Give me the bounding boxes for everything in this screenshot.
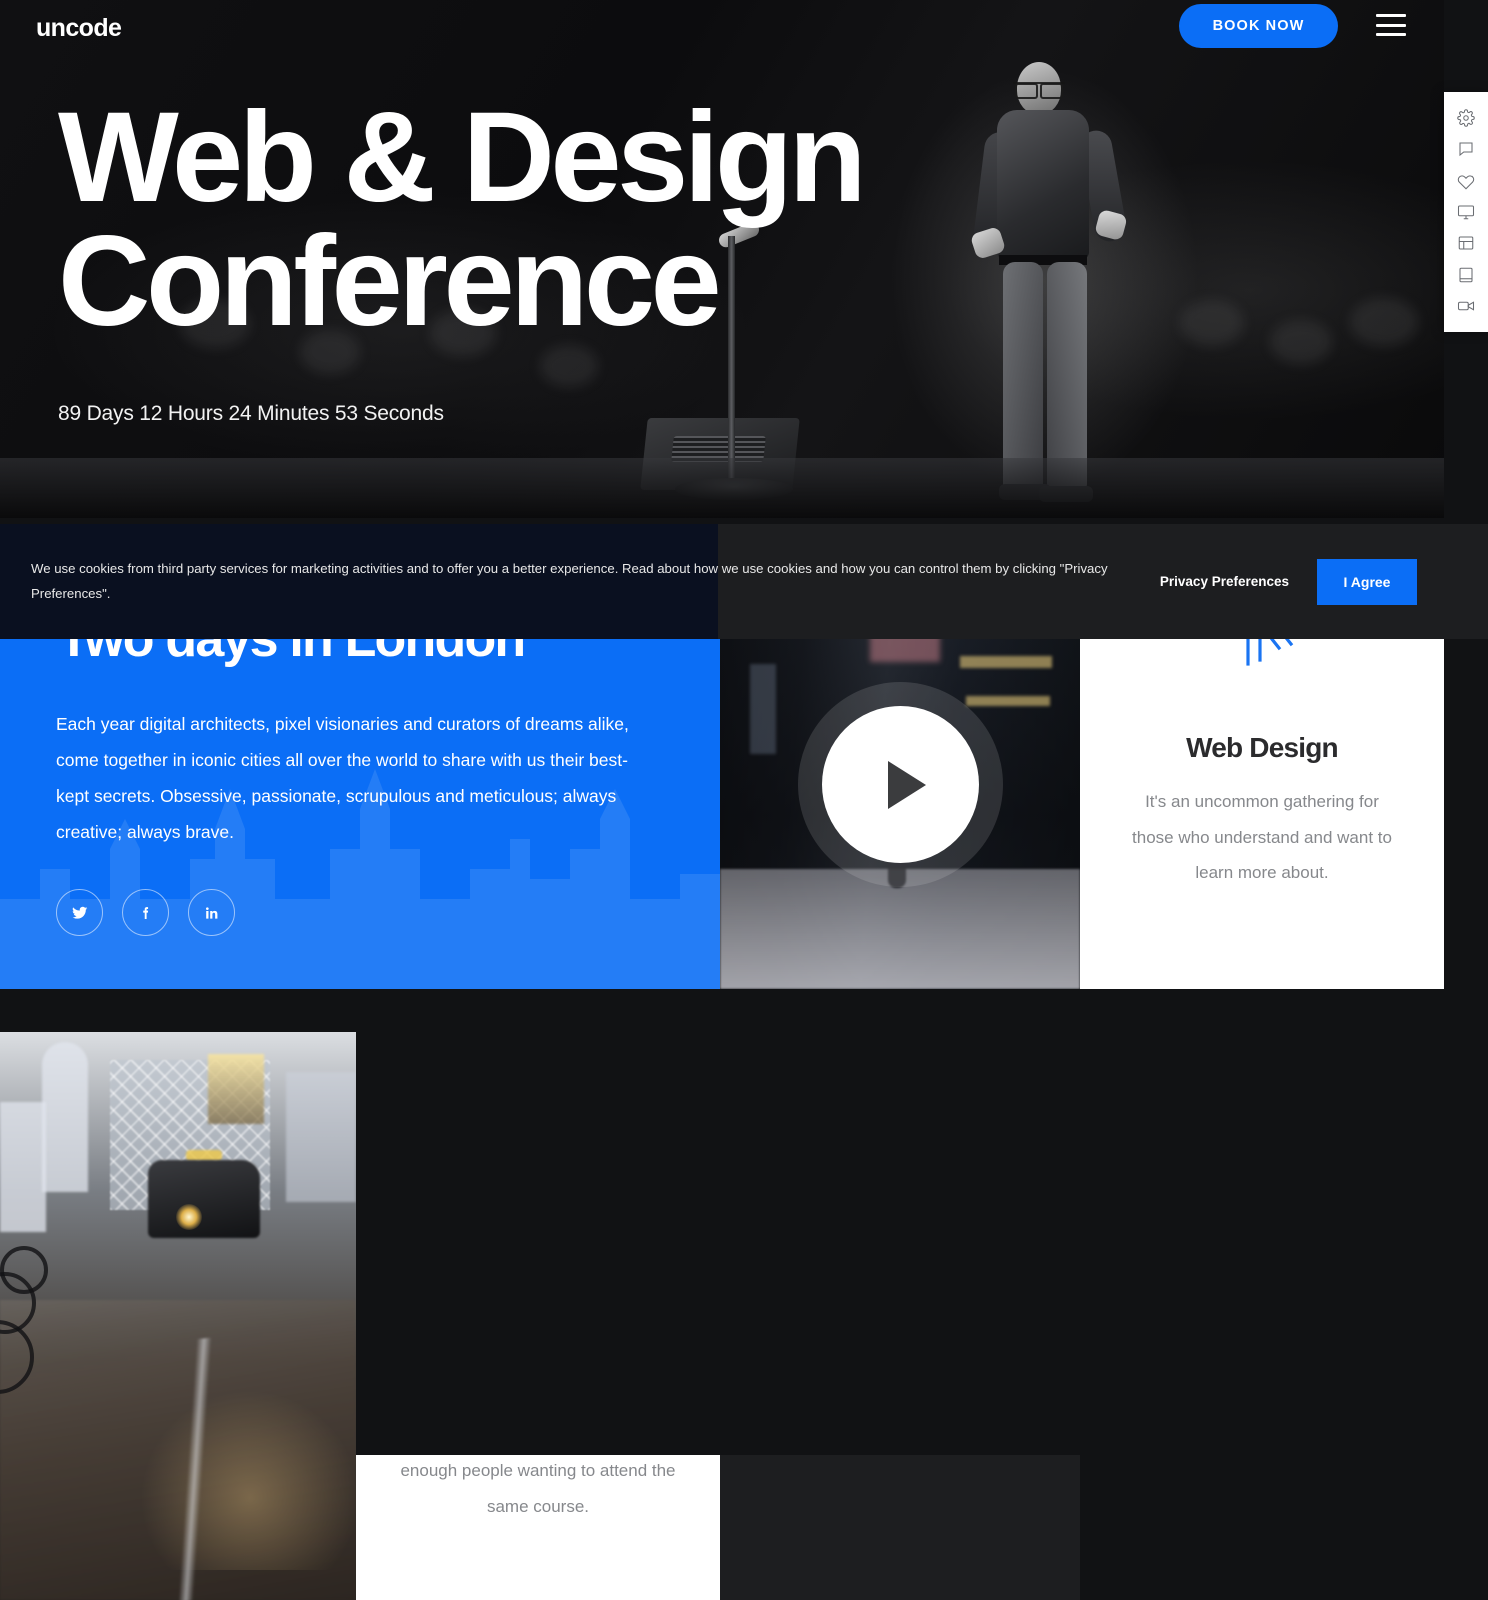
bottom-dark-panel [720, 1455, 1080, 1600]
heart-icon[interactable] [1455, 170, 1477, 192]
twitter-icon[interactable] [56, 889, 103, 936]
cookie-consent-banner: We use cookies from third party services… [0, 524, 1488, 639]
speaker-photo [969, 62, 1129, 512]
book-icon[interactable] [1455, 264, 1477, 286]
mid-section: Two days in London Each year digital arc… [0, 604, 1444, 989]
intro-paragraph: Each year digital architects, pixel visi… [56, 714, 629, 842]
bottom-card-body: enough people wanting to attend the same… [400, 1461, 676, 1516]
play-icon[interactable] [822, 706, 979, 863]
hero-title-line-1: Web & Design [58, 86, 867, 229]
monitor-icon[interactable] [1455, 201, 1477, 223]
video-player[interactable] [720, 604, 1080, 989]
hero-title-line-2: Conference [58, 210, 722, 354]
hero-section: uncode Web & Design Conference 89 Days 1… [0, 0, 1444, 518]
book-now-button[interactable]: BOOK NOW [1179, 4, 1338, 48]
i-agree-button[interactable]: I Agree [1317, 558, 1417, 605]
side-rail [1444, 92, 1488, 332]
page-root: uncode Web & Design Conference 89 Days 1… [0, 0, 1488, 1600]
linkedin-icon[interactable] [188, 889, 235, 936]
cookie-banner-actions: Privacy Preferences I Agree [1160, 524, 1417, 639]
feature-card: Web Design It's an uncommon gathering fo… [1080, 604, 1444, 989]
feature-card-body: It's an uncommon gathering for those who… [1132, 792, 1392, 883]
bottom-text-card: enough people wanting to attend the same… [356, 1455, 720, 1600]
intro-panel: Two days in London Each year digital arc… [0, 604, 720, 989]
page-title: Web & Design Conference [58, 94, 867, 354]
facebook-icon[interactable] [122, 889, 169, 936]
layout-icon[interactable] [1455, 232, 1477, 254]
social-links [56, 889, 235, 936]
privacy-preferences-button[interactable]: Privacy Preferences [1160, 574, 1289, 589]
bicycles [0, 1202, 68, 1394]
countdown-timer: 89 Days 12 Hours 24 Minutes 53 Seconds [58, 402, 444, 425]
feature-card-title: Web Design [1186, 732, 1339, 763]
london-street-photo [0, 1032, 356, 1600]
hamburger-menu-icon[interactable] [1376, 14, 1406, 36]
video-camera-icon[interactable] [1455, 295, 1477, 317]
gear-icon[interactable] [1455, 107, 1477, 129]
cookie-banner-message: We use cookies from third party services… [31, 561, 1108, 601]
site-logo[interactable]: uncode [36, 14, 122, 43]
chat-bubble-icon[interactable] [1455, 138, 1477, 160]
